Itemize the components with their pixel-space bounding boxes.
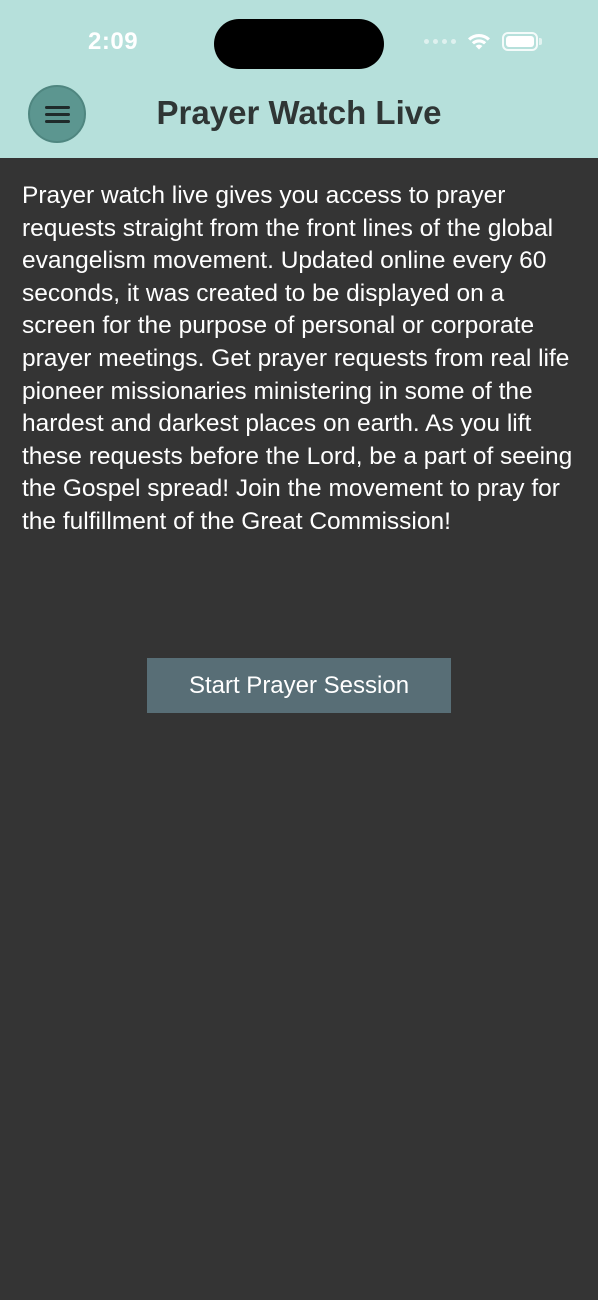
battery-icon: [502, 32, 542, 51]
wifi-icon: [466, 32, 492, 51]
app-description: Prayer watch live gives you access to pr…: [22, 182, 573, 535]
cellular-signal-icon: [424, 39, 456, 44]
status-indicators: [424, 32, 542, 51]
app-screen: 2:09 Prayer Watch Live Prayer watch live…: [0, 0, 598, 1300]
page-title: Prayer Watch Live: [156, 94, 442, 131]
status-time: 2:09: [88, 28, 139, 55]
start-prayer-session-button[interactable]: Start Prayer Session: [147, 658, 451, 713]
dynamic-island: [214, 19, 384, 69]
app-header: 2:09 Prayer Watch Live: [0, 0, 598, 158]
